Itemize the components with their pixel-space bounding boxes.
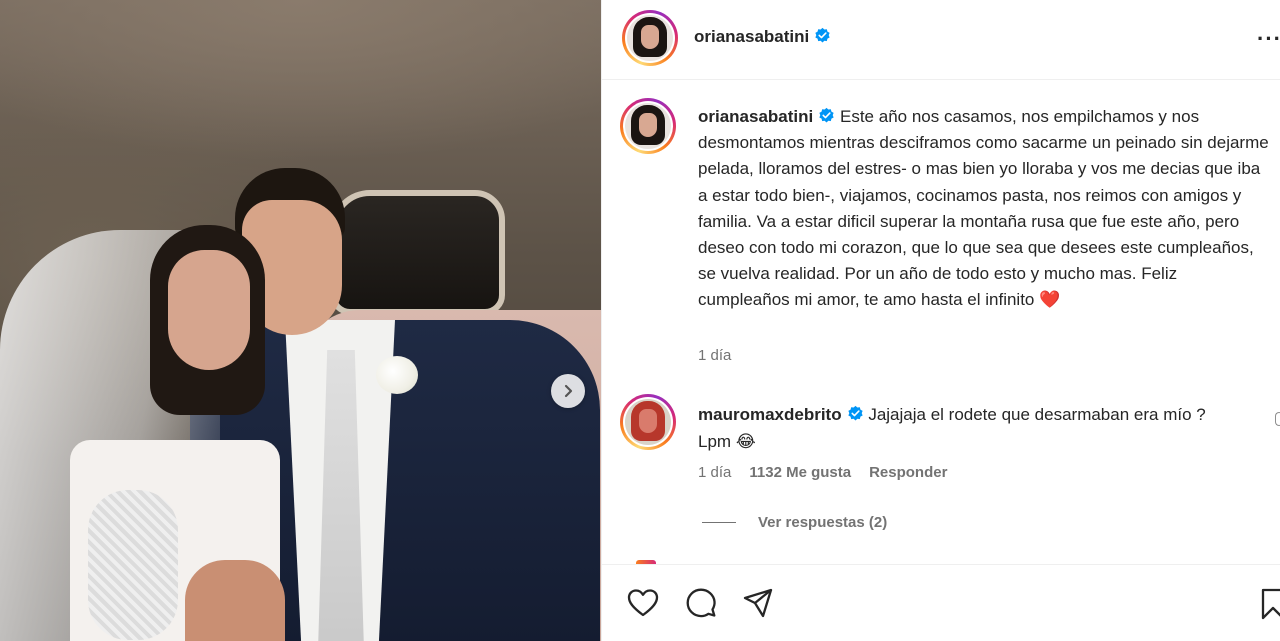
verified-badge-icon: [819, 107, 834, 123]
next-photo-button[interactable]: [551, 374, 585, 408]
avatar[interactable]: [622, 10, 678, 66]
bride-face: [168, 250, 250, 370]
caption-text: orianasabatini Este año nos casamos, nos…: [698, 104, 1273, 314]
verified-badge-icon: [815, 27, 830, 43]
post-details-panel: orianasabatini ··· orianasabatini Este a…: [601, 0, 1280, 641]
reply-button[interactable]: Responder: [869, 464, 947, 481]
chevron-right-icon: [564, 384, 573, 398]
caption-username[interactable]: orianasabatini: [698, 107, 813, 126]
share-icon[interactable]: [742, 587, 774, 619]
heart-emoji: ❤️: [1039, 290, 1061, 310]
comment-username[interactable]: mauromaxdebrito: [698, 405, 842, 424]
verified-badge-icon: [847, 405, 863, 421]
post-header: orianasabatini ···: [602, 0, 1280, 80]
header-username[interactable]: orianasabatini: [694, 27, 831, 47]
laughing-emoji: 😂: [735, 431, 756, 451]
comment-actions: 1 día 1132 Me gusta Responder: [698, 464, 947, 481]
caption-body: Este año nos casamos, nos empilchamos y …: [698, 107, 1269, 310]
comment-text: mauromaxdebrito Jajajaja el rodete que d…: [698, 402, 1238, 455]
caption-timestamp[interactable]: 1 día: [698, 347, 731, 364]
comment-avatar[interactable]: [620, 394, 676, 450]
comment-like-icon[interactable]: [1275, 412, 1280, 426]
heart-icon[interactable]: [626, 587, 660, 619]
bride-lace-sleeve: [88, 490, 178, 640]
hands: [185, 560, 285, 641]
view-replies-button[interactable]: Ver respuestas (2): [702, 514, 887, 531]
comment-icon[interactable]: [685, 587, 717, 619]
more-options-button[interactable]: ···: [1257, 26, 1280, 52]
view-replies-label[interactable]: Ver respuestas (2): [758, 514, 887, 531]
comment-likes[interactable]: 1132 Me gusta: [749, 464, 851, 481]
bookmark-icon[interactable]: [1258, 587, 1280, 621]
boutonniere: [376, 356, 418, 394]
comment-timestamp[interactable]: 1 día: [698, 464, 731, 481]
post-photo[interactable]: [0, 0, 601, 641]
car-rear-window: [330, 190, 505, 315]
action-bar: [602, 564, 1280, 641]
replies-divider: [702, 522, 736, 523]
caption-avatar[interactable]: [620, 98, 676, 154]
